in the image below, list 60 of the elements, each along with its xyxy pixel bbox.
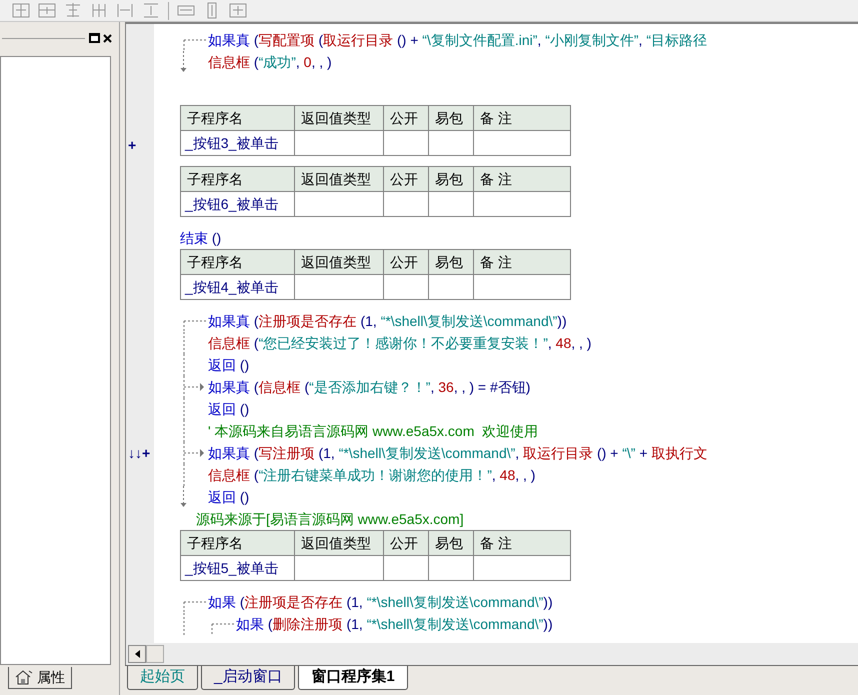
column-header: 易包	[428, 167, 473, 191]
height-spacing-icon[interactable]	[142, 2, 160, 19]
code-line: 如果真 (信息框 (“是否添加右键？！”, 36, , ) = #否钮)	[208, 378, 530, 397]
code-line: 信息框 (“成功”, 0, , )	[208, 52, 332, 72]
scroll-left-button[interactable]	[128, 645, 146, 663]
column-header: 备 注	[473, 167, 570, 191]
columns-icon[interactable]	[90, 2, 108, 19]
flow-connector	[211, 623, 235, 635]
code-line: 信息框 (“您已经安装过了！感谢你！不必要重复安装！”, 48, , )	[208, 334, 592, 353]
column-header: 易包	[428, 106, 473, 130]
close-icon[interactable]	[102, 32, 113, 44]
column-header: 返回值类型	[294, 250, 383, 274]
house-icon	[15, 670, 33, 685]
code-line: 返回 ()	[208, 356, 250, 375]
editor-tab[interactable]: _启动窗口	[201, 666, 296, 690]
code-line: 结束 ()	[180, 228, 222, 248]
column-header: 子程序名	[186, 534, 244, 552]
maximize-icon[interactable]	[89, 33, 100, 43]
column-header: 子程序名	[186, 252, 244, 272]
subroutine-name: _按钮5_被单击	[184, 558, 280, 578]
editor-tab[interactable]: 窗口程序集1	[298, 666, 408, 690]
properties-tab[interactable]: 属性	[8, 667, 72, 689]
code-line: 如果 (删除注册项 (1, “*\shell\复制发送\command\”))	[236, 614, 553, 634]
code-line: 如果真 (写配置项 (取运行目录 () + “\复制文件配置.ini”, “小刚复制文件”, “目标路径	[208, 30, 707, 50]
gutter-marker[interactable]: ↓↓+	[128, 442, 150, 464]
column-header: 公开	[383, 531, 428, 555]
align-lines-icon[interactable]	[64, 2, 82, 19]
flow-guide	[183, 613, 185, 635]
column-header: 备 注	[473, 531, 570, 555]
code-line: 返回 ()	[208, 488, 250, 507]
column-header: 易包	[428, 531, 473, 555]
gutter-marker[interactable]: +	[128, 135, 136, 156]
width-spacing-icon[interactable]	[116, 2, 134, 19]
code-line: 如果真 (写注册项 (1, “*\shell\复制发送\command\”, 取运行目录 () + “\” + 取执行文	[208, 444, 708, 463]
subroutine-name: _按钮6_被单击	[184, 194, 280, 214]
column-header: 备 注	[473, 106, 570, 130]
left-arrow-icon	[134, 650, 140, 658]
column-header: 公开	[383, 106, 428, 130]
subroutine-name: _按钮4_被单击	[184, 278, 280, 297]
column-header: 易包	[428, 250, 473, 274]
same-size-icon[interactable]	[229, 2, 247, 19]
code-line: 源码来源于[易语言源码网 www.e5a5x.com]	[196, 510, 464, 529]
code-line: 信息框 (“注册右键菜单成功！谢谢您的使用！”, 48, , )	[208, 466, 536, 485]
center-horizontal-icon[interactable]	[12, 2, 30, 19]
editor-tab[interactable]: 起始页	[127, 666, 198, 690]
flow-connector	[183, 601, 207, 613]
column-header: 公开	[383, 167, 428, 191]
column-header: 子程序名	[186, 170, 244, 188]
code-line: 如果真 (注册项是否存在 (1, “*\shell\复制发送\command\”))	[208, 312, 567, 331]
column-header: 返回值类型	[294, 106, 383, 130]
code-line: 如果 (注册项是否存在 (1, “*\shell\复制发送\command\”))	[208, 592, 553, 612]
column-header: 备 注	[473, 250, 570, 274]
column-header: 公开	[383, 250, 428, 274]
column-header: 返回值类型	[294, 167, 383, 191]
column-header: 返回值类型	[294, 531, 383, 555]
code-line: ' 本源码来自易语言源码网 www.e5a5x.com 欢迎使用	[208, 422, 538, 440]
center-vertical-icon[interactable]	[38, 2, 56, 19]
column-header: 子程序名	[186, 108, 244, 128]
code-line: 返回 ()	[208, 400, 250, 419]
subroutine-name: _按钮3_被单击	[184, 134, 280, 153]
